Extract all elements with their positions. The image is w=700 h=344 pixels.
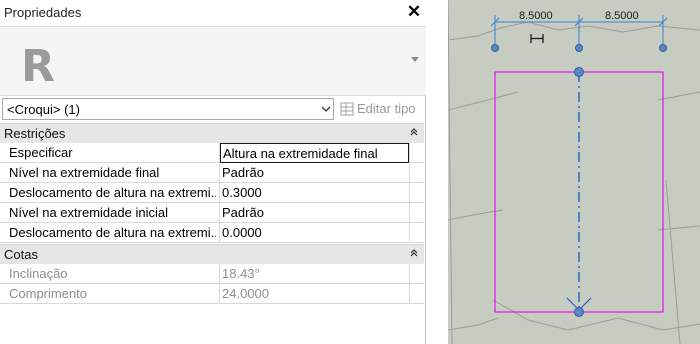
property-value: 18.43° — [222, 266, 260, 281]
drawing-canvas[interactable]: 8.5000 8.5000 — [448, 0, 700, 344]
property-row-inclinacao: Inclinação 18.43° — [0, 264, 424, 284]
category-label: Restrições — [4, 126, 66, 141]
category-restricoes[interactable]: Restrições — [0, 123, 424, 143]
type-selector[interactable]: R — [0, 26, 426, 96]
property-name: Deslocamento de altura na extremi... — [9, 225, 216, 240]
chevron-down-icon — [321, 106, 331, 112]
revit-logo-icon: R — [6, 31, 64, 93]
property-value[interactable]: 0.0000 — [222, 225, 406, 242]
grip-handle — [491, 44, 499, 52]
property-value[interactable]: 0.3000 — [222, 185, 406, 202]
property-row-nivel-inicial[interactable]: Nível na extremidade inicial Padrão — [0, 203, 424, 223]
palette-empty-area — [0, 305, 424, 344]
property-value[interactable]: Padrão — [222, 205, 406, 222]
palette-header: Propriedades ✕ — [0, 0, 426, 26]
instance-row: <Croqui> (1) Editar tipo — [0, 98, 426, 120]
property-value: 24.0000 — [222, 286, 269, 301]
property-name: Especificar — [9, 145, 73, 160]
collapse-icon[interactable] — [409, 127, 419, 137]
edit-type-button[interactable]: Editar tipo — [338, 98, 424, 120]
property-row-nivel-final[interactable]: Nível na extremidade final Padrão — [0, 163, 424, 183]
panel-splitter[interactable] — [427, 0, 448, 344]
grip-handle — [575, 44, 583, 52]
category-label: Cotas — [4, 247, 38, 262]
type-dropdown-arrow-icon[interactable] — [411, 57, 419, 62]
dimension-grips — [491, 44, 667, 52]
property-value[interactable]: Padrão — [222, 165, 406, 182]
instance-filter-dropdown[interactable]: <Croqui> (1) — [2, 98, 334, 120]
slope-head-grip[interactable] — [574, 307, 584, 317]
property-row-especificar[interactable]: Especificar Altura na extremidade final — [0, 143, 424, 163]
category-cotas[interactable]: Cotas — [0, 244, 424, 264]
palette-title: Propriedades — [4, 5, 82, 20]
properties-palette: Propriedades ✕ R <Croqui> (1) Editar tip… — [0, 0, 426, 344]
property-name: Inclinação — [9, 266, 68, 281]
property-row-deslocamento-final[interactable]: Deslocamento de altura na extremi... 0.3… — [0, 183, 424, 203]
grip-handle — [659, 44, 667, 52]
property-name: Nível na extremidade final — [9, 165, 160, 180]
edit-type-label: Editar tipo — [357, 101, 416, 116]
property-name: Nível na extremidade inicial — [9, 205, 168, 220]
property-name: Comprimento — [9, 286, 88, 301]
property-row-comprimento: Comprimento 24.0000 — [0, 284, 424, 304]
slope-tail-grip[interactable] — [574, 67, 584, 77]
property-value: Altura na extremidade final — [223, 146, 378, 161]
property-row-deslocamento-inicial[interactable]: Deslocamento de altura na extremi... 0.0… — [0, 223, 424, 243]
dimension-lines — [490, 15, 668, 48]
edit-type-icon — [340, 102, 354, 116]
property-name: Deslocamento de altura na extremi... — [9, 185, 216, 200]
collapse-icon[interactable] — [409, 248, 419, 258]
revit-logo-letter: R — [21, 41, 55, 92]
dimension-right-label[interactable]: 8.5000 — [605, 10, 639, 22]
instance-filter-value: <Croqui> (1) — [7, 102, 80, 117]
sketch-view[interactable]: 8.5000 8.5000 — [448, 0, 700, 344]
close-icon[interactable]: ✕ — [405, 2, 423, 22]
dimension-left-label[interactable]: 8.5000 — [519, 10, 553, 22]
property-value-editor[interactable]: Altura na extremidade final — [220, 143, 409, 163]
equality-toggle-icon[interactable] — [530, 34, 544, 43]
